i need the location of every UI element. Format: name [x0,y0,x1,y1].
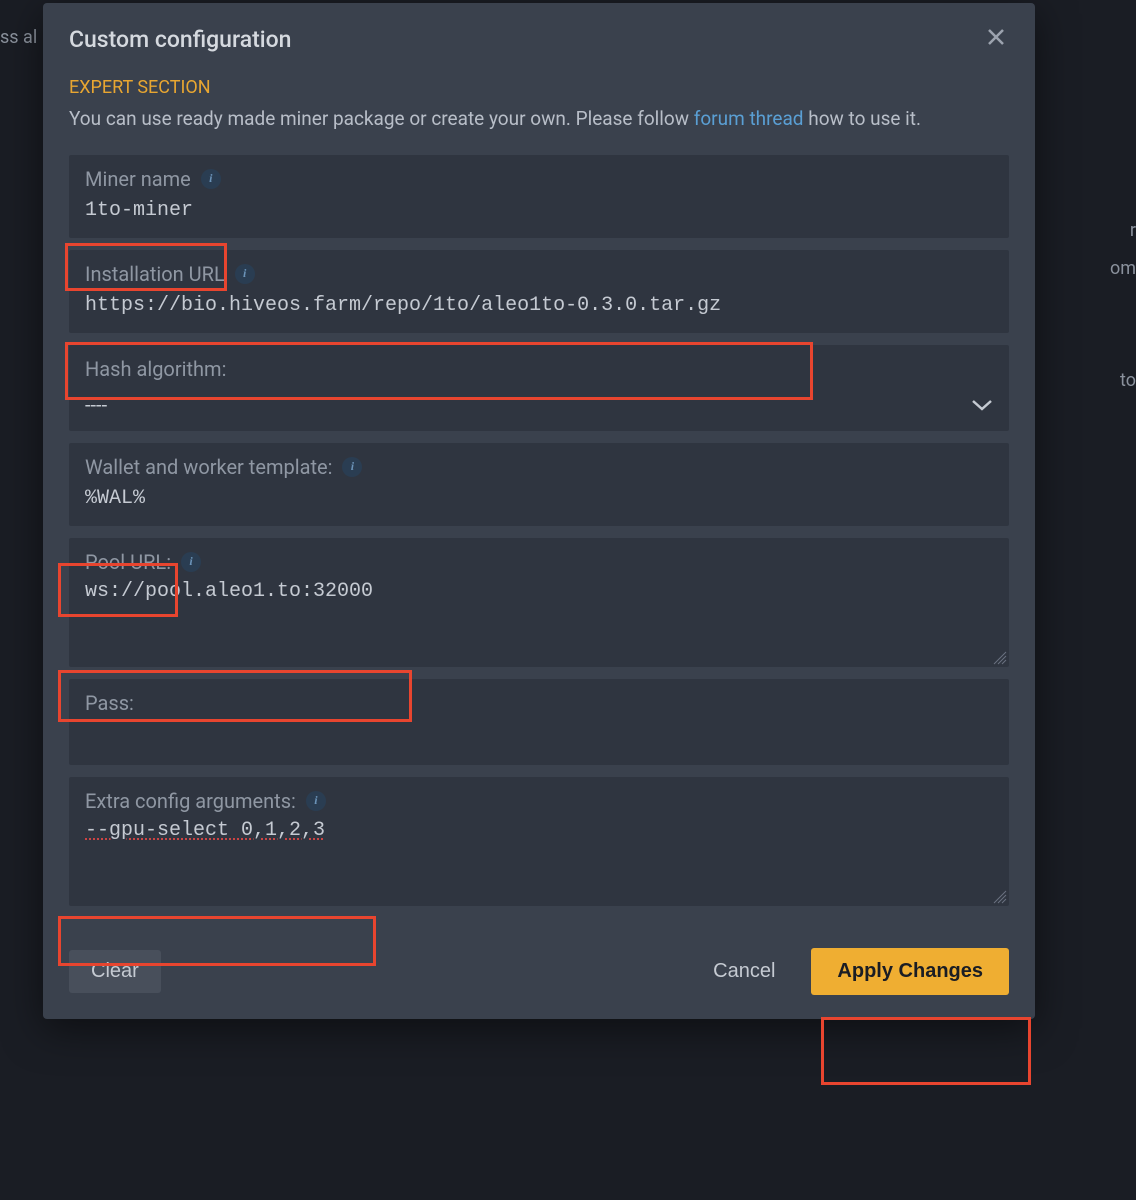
bg-text: to [1120,370,1136,391]
wallet-field-block: Wallet and worker template: i [69,443,1009,526]
config-modal: Custom configuration EXPERT SECTION You … [43,3,1035,1019]
miner-name-label: Miner name [85,167,191,191]
hash-algo-field-block: Hash algorithm: ---- [69,345,1009,431]
pass-field-block: Pass: [69,679,1009,765]
chevron-down-icon [971,398,993,412]
expert-desc-text: You can use ready made miner package or … [69,107,694,130]
install-url-input[interactable] [85,292,993,319]
pass-label: Pass: [85,691,134,715]
forum-thread-link[interactable]: forum thread [694,107,804,130]
hash-algo-select[interactable]: ---- [85,387,993,417]
expert-description: You can use ready made miner package or … [69,106,1009,133]
install-url-field-block: Installation URL i [69,250,1009,333]
expert-section-label: EXPERT SECTION [69,77,1009,98]
cancel-button[interactable]: Cancel [701,950,787,993]
info-icon[interactable]: i [181,552,201,572]
bg-text: r [1130,220,1136,241]
hash-algo-value: ---- [85,393,107,417]
info-icon[interactable]: i [201,169,221,189]
pool-url-label: Pool URL: [85,550,171,574]
pool-url-field-block: Pool URL: i [69,538,1009,667]
apply-changes-button[interactable]: Apply Changes [811,948,1009,995]
clear-button[interactable]: Clear [69,950,161,993]
install-url-label: Installation URL [85,262,225,286]
hash-algo-label: Hash algorithm: [85,357,226,381]
miner-name-input[interactable] [85,197,993,224]
wallet-label: Wallet and worker template: [85,455,332,479]
pass-input[interactable] [85,721,993,748]
extra-args-label: Extra config arguments: [85,789,296,813]
extra-args-field-block: Extra config arguments: i [69,777,1009,906]
pool-url-textarea[interactable] [85,580,993,649]
modal-title: Custom configuration [69,26,291,53]
resize-handle-icon[interactable] [993,890,1007,904]
info-icon[interactable]: i [342,457,362,477]
wallet-input[interactable] [85,485,993,512]
resize-handle-icon[interactable] [993,651,1007,665]
info-icon[interactable]: i [306,791,326,811]
miner-name-field-block: Miner name i [69,155,1009,238]
bg-text: ss al [0,27,37,48]
info-icon[interactable]: i [235,264,255,284]
bg-text: om [1110,258,1136,279]
close-icon [987,28,1005,46]
extra-args-textarea[interactable] [85,819,993,888]
close-button[interactable] [983,25,1009,53]
expert-desc-text-2: how to use it. [804,107,922,130]
